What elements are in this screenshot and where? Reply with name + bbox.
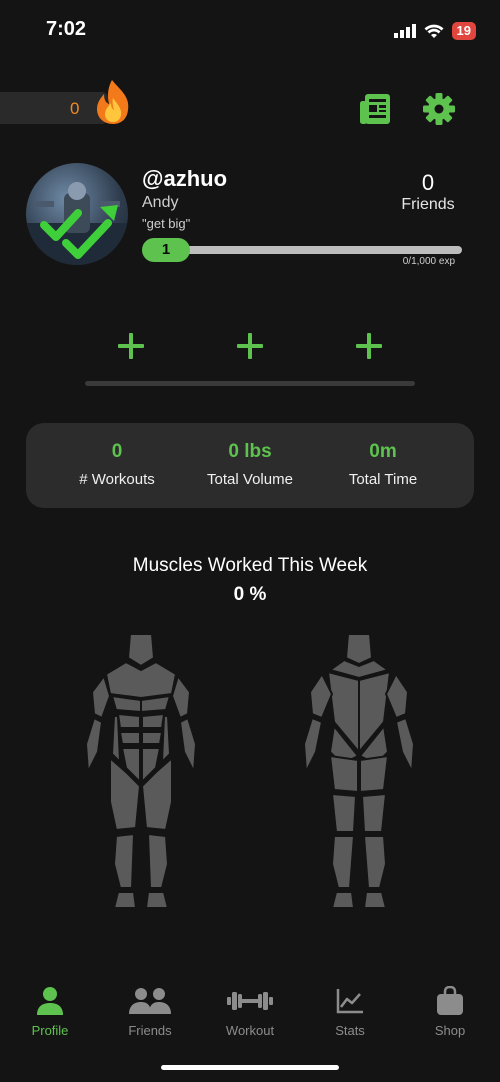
bio: "get big" [142,216,191,231]
signal-icon [393,24,416,38]
flame-icon [97,80,129,124]
battery-level: 19 [451,22,476,40]
friends-label[interactable]: Friends [380,196,476,214]
person-icon [37,987,63,1015]
stat-time-value: 0m [369,441,397,462]
divider [85,381,415,386]
tab-workout[interactable]: Workout [200,985,300,1038]
body-back-diagram [304,633,414,909]
stat-workouts-label: # Workouts [79,471,155,488]
tab-shop-label: Shop [434,1023,466,1038]
body-front-diagram [86,633,196,909]
friends-count[interactable]: 0 [380,170,476,196]
bag-icon [437,986,463,1015]
streak-count: 0 [70,99,80,118]
add-button-1[interactable] [118,333,144,359]
stat-volume-value: 0 lbs [228,441,272,462]
chart-icon [336,989,363,1014]
avatar[interactable] [26,163,128,265]
news-icon[interactable] [358,92,392,126]
status-icons: 19 [393,22,476,40]
tab-shop[interactable]: Shop [400,985,500,1038]
real-name: Andy [142,194,179,211]
add-button-2[interactable] [237,333,263,359]
stat-time: 0m Total Time [308,441,458,488]
add-button-3[interactable] [356,333,382,359]
exp-progress-bar [146,246,462,254]
tab-stats-label: Stats [335,1023,365,1038]
tab-stats[interactable]: Stats [300,985,400,1038]
muscles-percent: 0 % [233,584,267,605]
tab-friends[interactable]: Friends [100,985,200,1038]
stat-volume: 0 lbs Total Volume [175,441,325,488]
tab-friends-label: Friends [128,1023,172,1038]
level-badge: 1 [142,238,190,262]
people-icon [129,988,171,1014]
stat-time-label: Total Time [348,471,418,488]
tab-workout-label: Workout [225,1023,275,1038]
tab-profile-label: Profile [31,1023,69,1038]
wifi-icon [424,24,444,38]
exp-text: 0/1,000 exp [402,256,455,267]
stat-workouts: 0 # Workouts [42,441,192,488]
status-time: 7:02 [46,18,87,40]
gear-icon[interactable] [422,92,456,126]
stats-card: 0 # Workouts 0 lbs Total Volume 0m Total… [26,423,474,508]
stat-workouts-value: 0 [111,441,123,462]
stat-volume-label: Total Volume [207,471,293,488]
tab-profile[interactable]: Profile [0,985,100,1038]
dumbbell-icon [227,992,273,1010]
avatar-photo [26,182,128,265]
username: @azhuo [142,166,228,191]
home-indicator[interactable] [161,1065,339,1070]
muscles-title: Muscles Worked This Week [132,555,368,576]
